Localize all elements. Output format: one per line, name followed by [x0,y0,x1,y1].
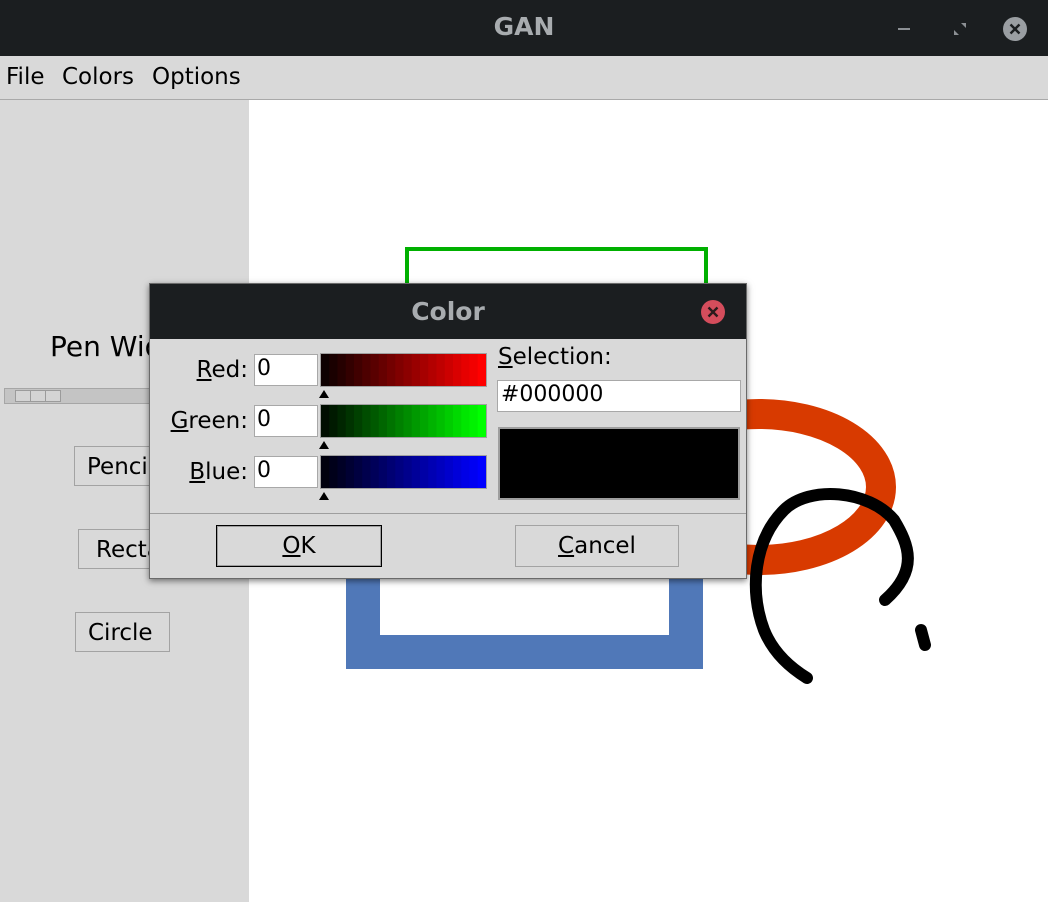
close-icon[interactable] [700,299,726,325]
dialog-title: Color [411,297,485,326]
green-gradient-step [420,405,429,437]
blue-gradient-step [354,456,363,488]
red-gradient-step [362,354,372,386]
window-titlebar[interactable]: GAN [0,0,1048,56]
red-gradient-step [395,354,405,386]
red-gradient-step [436,354,446,386]
red-gradient-step [378,354,388,386]
blue-gradient-step [428,456,438,488]
dialog-titlebar[interactable]: Color [150,284,746,339]
green-marker-icon[interactable] [319,441,329,449]
red-gradient-step [453,354,462,386]
green-gradient-step [321,405,330,437]
blue-gradient-step [395,456,405,488]
menu-options[interactable]: Options [152,64,241,90]
blue-gradient-step [453,456,462,488]
green-gradient-step [329,405,339,437]
menu-file[interactable]: File [6,64,45,90]
blue-value-input[interactable]: 0 [254,456,318,488]
red-gradient-step [477,354,486,386]
blue-gradient-step [461,456,471,488]
green-gradient-step [354,405,363,437]
blue-gradient-step [362,456,372,488]
blue-gradient-scale[interactable] [320,455,487,489]
blue-gradient-step [337,456,347,488]
red-gradient-step [428,354,438,386]
blue-gradient-step [321,456,330,488]
blue-gradient-step [387,456,396,488]
black-freehand-dot [915,624,931,651]
restore-icon[interactable] [947,16,973,42]
red-gradient-step [345,354,355,386]
pen-width-slider-thumb[interactable] [15,390,61,402]
color-dialog: Color Red: 0 Green: 0 Blue: 0 Selection:… [149,283,747,579]
red-gradient-step [329,354,339,386]
green-gradient-step [428,405,438,437]
red-gradient-step [444,354,454,386]
blue-gradient-step [436,456,446,488]
green-gradient-step [387,405,396,437]
green-gradient-step [345,405,355,437]
color-preview-swatch [498,427,740,500]
ok-button[interactable]: OK [216,525,382,567]
circle-button[interactable]: Circle [75,612,170,652]
green-gradient-step [337,405,347,437]
blue-gradient-step [403,456,413,488]
blue-gradient-step [411,456,421,488]
close-icon[interactable] [1002,16,1028,42]
red-gradient-step [370,354,380,386]
green-gradient-step [461,405,471,437]
green-gradient-scale[interactable] [320,404,487,438]
red-gradient-step [469,354,479,386]
green-gradient-step [403,405,413,437]
green-gradient-step [378,405,388,437]
selection-label: Selection: [498,344,612,370]
red-gradient-step [403,354,413,386]
green-label: Green: [170,408,248,434]
green-value-input[interactable]: 0 [254,405,318,437]
red-gradient-scale[interactable] [320,353,487,387]
blue-gradient-step [420,456,429,488]
green-gradient-step [411,405,421,437]
selection-input[interactable]: #000000 [497,380,741,412]
dialog-separator [150,513,746,514]
red-gradient-step [387,354,396,386]
red-gradient-step [461,354,471,386]
minimize-icon[interactable] [891,16,917,42]
blue-gradient-step [378,456,388,488]
menubar: File Colors Options [0,56,1048,100]
green-gradient-step [436,405,446,437]
red-gradient-step [321,354,330,386]
blue-gradient-step [345,456,355,488]
blue-gradient-step [469,456,479,488]
blue-label: Blue: [189,459,248,485]
red-value-input[interactable]: 0 [254,354,318,386]
blue-gradient-step [444,456,454,488]
green-gradient-step [370,405,380,437]
blue-marker-icon[interactable] [319,492,329,500]
red-gradient-step [420,354,429,386]
green-gradient-step [453,405,462,437]
green-gradient-step [469,405,479,437]
blue-gradient-step [370,456,380,488]
red-marker-icon[interactable] [319,390,329,398]
red-gradient-step [354,354,363,386]
cancel-button[interactable]: Cancel [515,525,679,567]
blue-gradient-step [477,456,486,488]
red-gradient-step [337,354,347,386]
blue-gradient-step [329,456,339,488]
menu-colors[interactable]: Colors [62,64,134,90]
green-gradient-step [362,405,372,437]
red-gradient-step [411,354,421,386]
red-label: Red: [196,357,248,383]
green-gradient-step [477,405,486,437]
green-gradient-step [395,405,405,437]
green-gradient-step [444,405,454,437]
